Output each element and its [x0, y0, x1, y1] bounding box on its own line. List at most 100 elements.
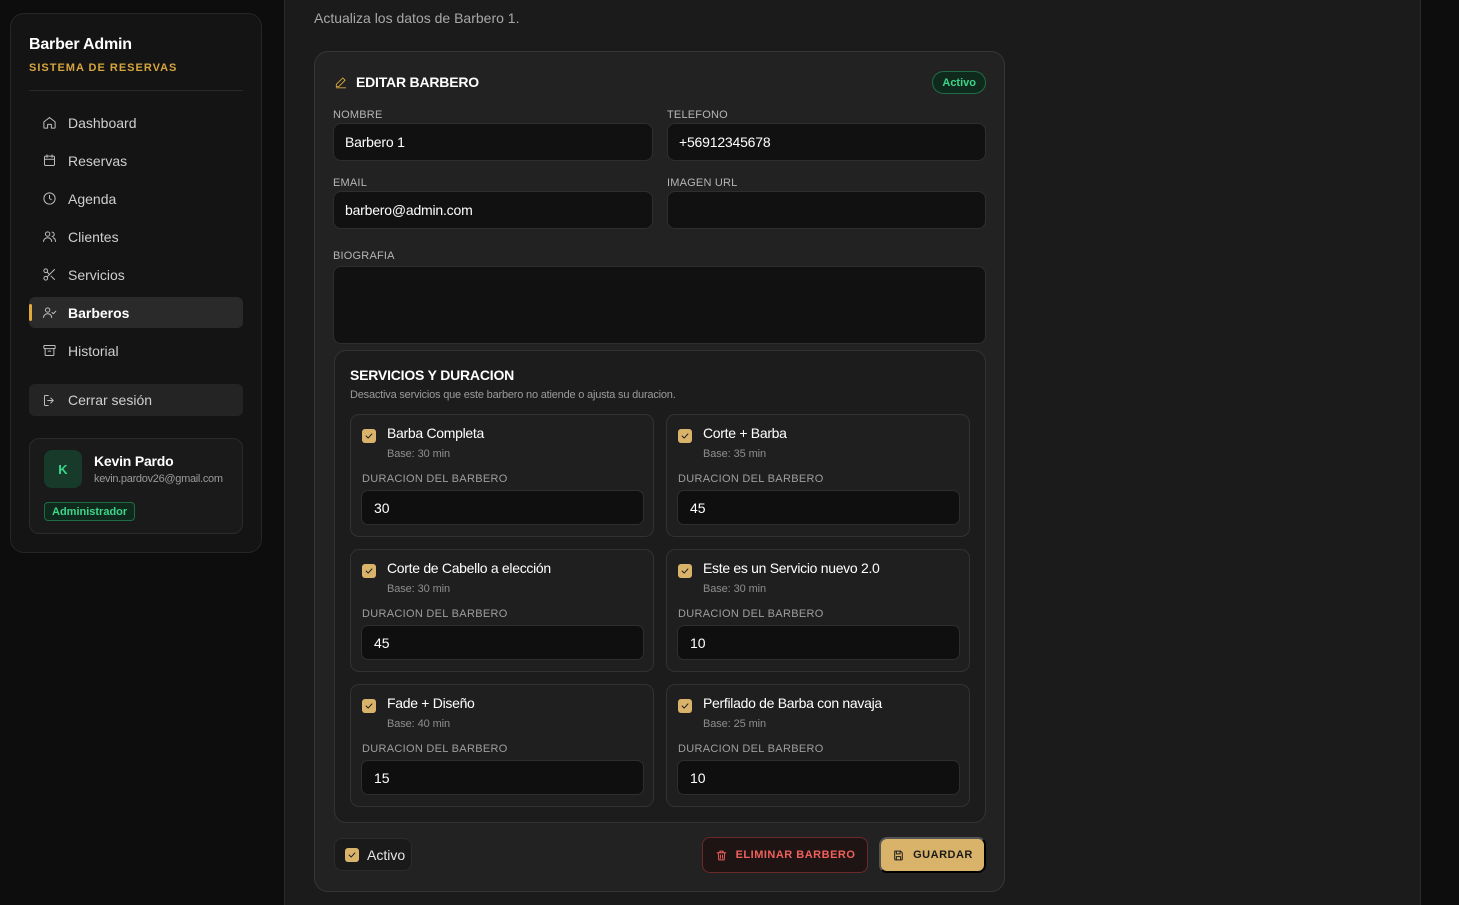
nombre-label: NOMBRE [333, 109, 383, 121]
delete-barber-button[interactable]: ELIMINAR BARBERO [702, 837, 868, 873]
duration-input[interactable] [361, 760, 644, 795]
duration-label: DURACION DEL BARBERO [678, 743, 824, 755]
service-base-duration: Base: 30 min [387, 448, 451, 460]
service-card: Corte + Barba Base: 35 min DURACION DEL … [666, 414, 970, 537]
sidebar-item-historial[interactable]: Historial [29, 335, 243, 366]
duration-input[interactable] [677, 625, 960, 660]
sidebar-item-dashboard[interactable]: Dashboard [29, 107, 243, 138]
user-check-icon [43, 307, 57, 318]
service-card: Perfilado de Barba con navaja Base: 25 m… [666, 684, 970, 807]
service-card: Corte de Cabello a elección Base: 30 min… [350, 549, 654, 672]
email-field[interactable] [333, 191, 653, 229]
users-icon [43, 231, 56, 242]
sidebar-item-label: Clientes [68, 228, 119, 245]
service-checkbox[interactable] [362, 429, 376, 443]
service-base-duration: Base: 40 min [387, 718, 451, 730]
sidebar-item-servicios[interactable]: Servicios [29, 259, 243, 290]
save-button[interactable]: GUARDAR [879, 837, 986, 873]
service-card: Barba Completa Base: 30 min DURACION DEL… [350, 414, 654, 537]
duration-label: DURACION DEL BARBERO [362, 743, 508, 755]
active-label: Activo [367, 846, 406, 863]
service-base-duration: Base: 25 min [703, 718, 767, 730]
service-name: Perfilado de Barba con navaja [703, 695, 882, 711]
service-checkbox[interactable] [678, 699, 692, 713]
services-title: SERVICIOS Y DURACION [350, 367, 515, 383]
sidebar-item-label: Historial [68, 342, 119, 359]
sidebar: Barber Admin SISTEMA DE RESERVAS Dashboa… [10, 13, 262, 553]
service-checkbox[interactable] [678, 429, 692, 443]
duration-label: DURACION DEL BARBERO [678, 473, 824, 485]
sidebar-item-label: Servicios [68, 266, 125, 283]
sidebar-item-label: Barberos [68, 304, 130, 321]
role-badge: Administrador [44, 502, 136, 521]
avatar: K [44, 450, 82, 488]
email-label: EMAIL [333, 177, 368, 189]
check-icon [365, 568, 373, 574]
delete-barber-label: ELIMINAR BARBERO [735, 849, 856, 861]
imagen-url-label: IMAGEN URL [667, 177, 738, 189]
check-icon [365, 703, 373, 709]
service-checkbox[interactable] [362, 699, 376, 713]
check-icon [681, 433, 689, 439]
check-icon [365, 433, 373, 439]
clock-icon [43, 192, 56, 205]
sidebar-item-barberos[interactable]: Barberos [29, 297, 243, 328]
sidebar-item-label: Dashboard [68, 114, 137, 131]
service-card: Este es un Servicio nuevo 2.0 Base: 30 m… [666, 549, 970, 672]
brand-title: Barber Admin [29, 36, 132, 53]
duration-label: DURACION DEL BARBERO [362, 608, 508, 620]
nombre-input[interactable] [333, 123, 653, 161]
calendar-icon [44, 154, 55, 166]
service-card: Fade + Diseño Base: 40 min DURACION DEL … [350, 684, 654, 807]
duration-input[interactable] [361, 625, 644, 660]
telefono-input[interactable] [667, 123, 986, 161]
service-name: Barba Completa [387, 425, 484, 441]
scissors-icon [43, 268, 55, 281]
card-header: EDITAR BARBERO [334, 74, 479, 90]
logout-label: Cerrar sesión [68, 392, 153, 408]
service-name: Fade + Diseño [387, 695, 475, 711]
telefono-label: TELEFONO [667, 109, 728, 121]
logout-icon [44, 394, 54, 406]
archive-icon [43, 345, 56, 356]
duration-input[interactable] [677, 760, 960, 795]
services-section: SERVICIOS Y DURACION Desactiva servicios… [334, 350, 986, 823]
check-icon [681, 568, 689, 574]
duration-label: DURACION DEL BARBERO [678, 608, 824, 620]
biografia-textarea[interactable] [333, 266, 986, 344]
duration-label: DURACION DEL BARBERO [362, 473, 508, 485]
user-name: Kevin Pardo [94, 453, 174, 469]
user-card: K Kevin Pardo kevin.pardov26@gmail.com A… [29, 438, 243, 534]
service-checkbox[interactable] [678, 564, 692, 578]
sidebar-item-reservas[interactable]: Reservas [29, 145, 243, 176]
active-checkbox[interactable]: Activo [334, 838, 412, 871]
service-base-duration: Base: 30 min [703, 583, 767, 595]
status-badge: Activo [932, 71, 986, 94]
brand-divider [29, 90, 243, 91]
service-base-duration: Base: 35 min [703, 448, 767, 460]
service-base-duration: Base: 30 min [387, 583, 451, 595]
brand-subtitle: SISTEMA DE RESERVAS [29, 62, 178, 74]
service-checkbox[interactable] [362, 564, 376, 578]
sidebar-item-clientes[interactable]: Clientes [29, 221, 243, 252]
sidebar-item-label: Reservas [68, 152, 128, 169]
logout-button[interactable]: Cerrar sesión [29, 384, 243, 416]
imagen-url-input[interactable] [667, 191, 986, 229]
save-icon [894, 850, 903, 860]
services-description: Desactiva servicios que este barbero no … [350, 389, 676, 401]
pencil-icon [335, 77, 347, 89]
card-title: EDITAR BARBERO [356, 74, 479, 90]
duration-input[interactable] [361, 490, 644, 525]
biografia-label: BIOGRAFIA [333, 250, 395, 262]
service-name: Corte + Barba [703, 425, 787, 441]
duration-input[interactable] [677, 490, 960, 525]
active-checkbox-box[interactable] [345, 847, 359, 862]
service-name: Corte de Cabello a elección [387, 560, 551, 576]
check-icon [348, 851, 356, 858]
edit-barber-card: EDITAR BARBERO Activo NOMBRE TELEFONO EM… [314, 51, 1005, 892]
sidebar-item-agenda[interactable]: Agenda [29, 183, 243, 214]
sidebar-item-label: Agenda [68, 190, 117, 207]
trash-icon [716, 850, 726, 860]
user-email: kevin.pardov26@gmail.com [94, 473, 223, 485]
home-icon [43, 117, 56, 129]
